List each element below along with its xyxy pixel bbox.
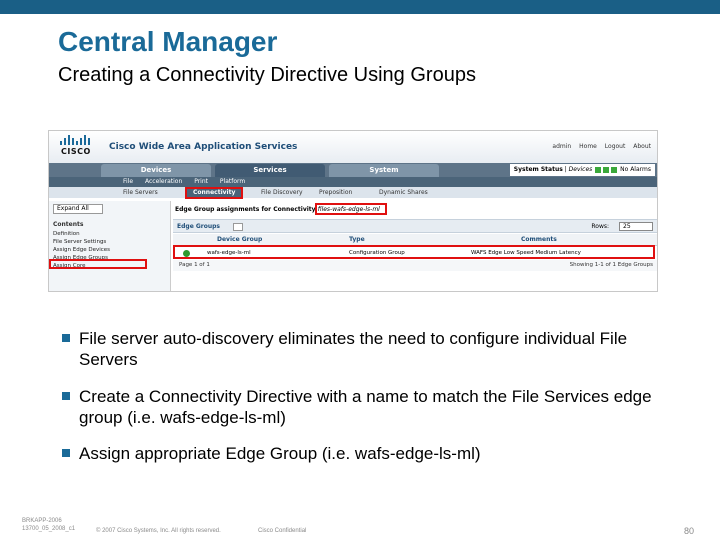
utility-links: admin Home Logout About [546,143,651,150]
footer-code: BRKAPP-2006 13700_05_2008_c1 [22,518,76,532]
top-bar [0,0,720,14]
tab-system[interactable]: System [329,164,439,177]
bullet-square-icon [62,449,70,457]
subnav-print[interactable]: Print [194,178,208,185]
edge-groups-toolbar: Edge Groups Rows: 25 [173,219,657,233]
devices-status-label[interactable]: Devices [569,166,593,173]
nav-item-file-server-settings[interactable]: File Server Settings [53,239,106,245]
bullet-1: File server auto-discovery eliminates th… [62,328,662,370]
about-link[interactable]: About [633,143,651,150]
system-status-label: System Status [513,166,563,173]
cisco-bars-icon [59,135,93,145]
slide-title: Central Manager [58,26,278,57]
cisco-logo: CISCO [59,135,93,159]
nav-item-assign-edge-devices[interactable]: Assign Edge Devices [53,247,110,253]
file-subnav: File Servers Connectivity File Discovery… [49,187,657,198]
footer-copyright: © 2007 Cisco Systems, Inc. All rights re… [96,528,221,534]
contents-heading: Contents [53,221,84,228]
col-comments[interactable]: Comments [521,236,557,243]
subnav-preposition[interactable]: Preposition [319,187,352,198]
pager: Page 1 of 1 Showing 1-1 of 1 Edge Groups [173,260,657,271]
status-ok-icon [595,166,602,173]
highlight-assign-edge-groups [49,259,147,269]
slide-subtitle: Creating a Connectivity Directive Using … [58,64,476,86]
alarms-label: No Alarms [620,166,651,173]
pager-summary: Showing 1-1 of 1 Edge Groups [569,262,653,268]
home-link[interactable]: Home [579,143,597,150]
col-type[interactable]: Type [349,236,365,243]
tab-services[interactable]: Services [215,164,325,177]
waas-screenshot: CISCO Cisco Wide Area Application Servic… [48,130,658,292]
col-device-group[interactable]: Device Group [217,236,262,243]
footer-confidential: Cisco Confidential [258,528,307,534]
highlight-directive-name [315,203,387,215]
logout-link[interactable]: Logout [605,143,626,150]
subnav-dynamic-shares[interactable]: Dynamic Shares [379,187,428,198]
rows-select[interactable]: 25 [619,222,653,231]
contents-panel: Expand All Contents Definition File Serv… [49,201,171,291]
app-header: CISCO Cisco Wide Area Application Servic… [49,131,657,163]
subnav-file[interactable]: File [123,178,133,185]
bullet-square-icon [62,392,70,400]
rows-label: Rows: [591,223,609,230]
cisco-wordmark: CISCO [61,147,91,156]
status-ok-icon [603,166,610,173]
highlight-edge-group-row [173,245,655,259]
subnav-file-servers[interactable]: File Servers [123,187,158,198]
panel-title-prefix: Edge Group assignments for Connectivity [175,206,316,213]
status-ok-icon [611,166,618,173]
bullet-2: Create a Connectivity Directive with a n… [62,386,662,428]
highlight-connectivity [185,187,243,199]
bullet-square-icon [62,334,70,342]
product-title: Cisco Wide Area Application Services [109,142,298,152]
services-subnav: File Acceleration Print Platform [49,177,657,187]
pager-left[interactable]: Page 1 of 1 [179,262,210,268]
nav-item-definition[interactable]: Definition [53,231,80,237]
subnav-file-discovery[interactable]: File Discovery [261,187,303,198]
subnav-acceleration[interactable]: Acceleration [145,178,182,185]
tab-devices[interactable]: Devices [101,164,211,177]
main-tabs: Devices Services System System Status | … [49,163,657,177]
expand-all-button[interactable]: Expand All [53,204,103,214]
edge-groups-label: Edge Groups [177,223,220,230]
system-status: System Status | Devices No Alarms [509,164,655,176]
admin-link[interactable]: admin [552,143,571,150]
page-number: 80 [684,526,695,536]
bullet-3: Assign appropriate Edge Group (i.e. wafs… [62,443,662,464]
subnav-platform[interactable]: Platform [220,178,245,185]
filter-icon[interactable] [233,223,243,231]
